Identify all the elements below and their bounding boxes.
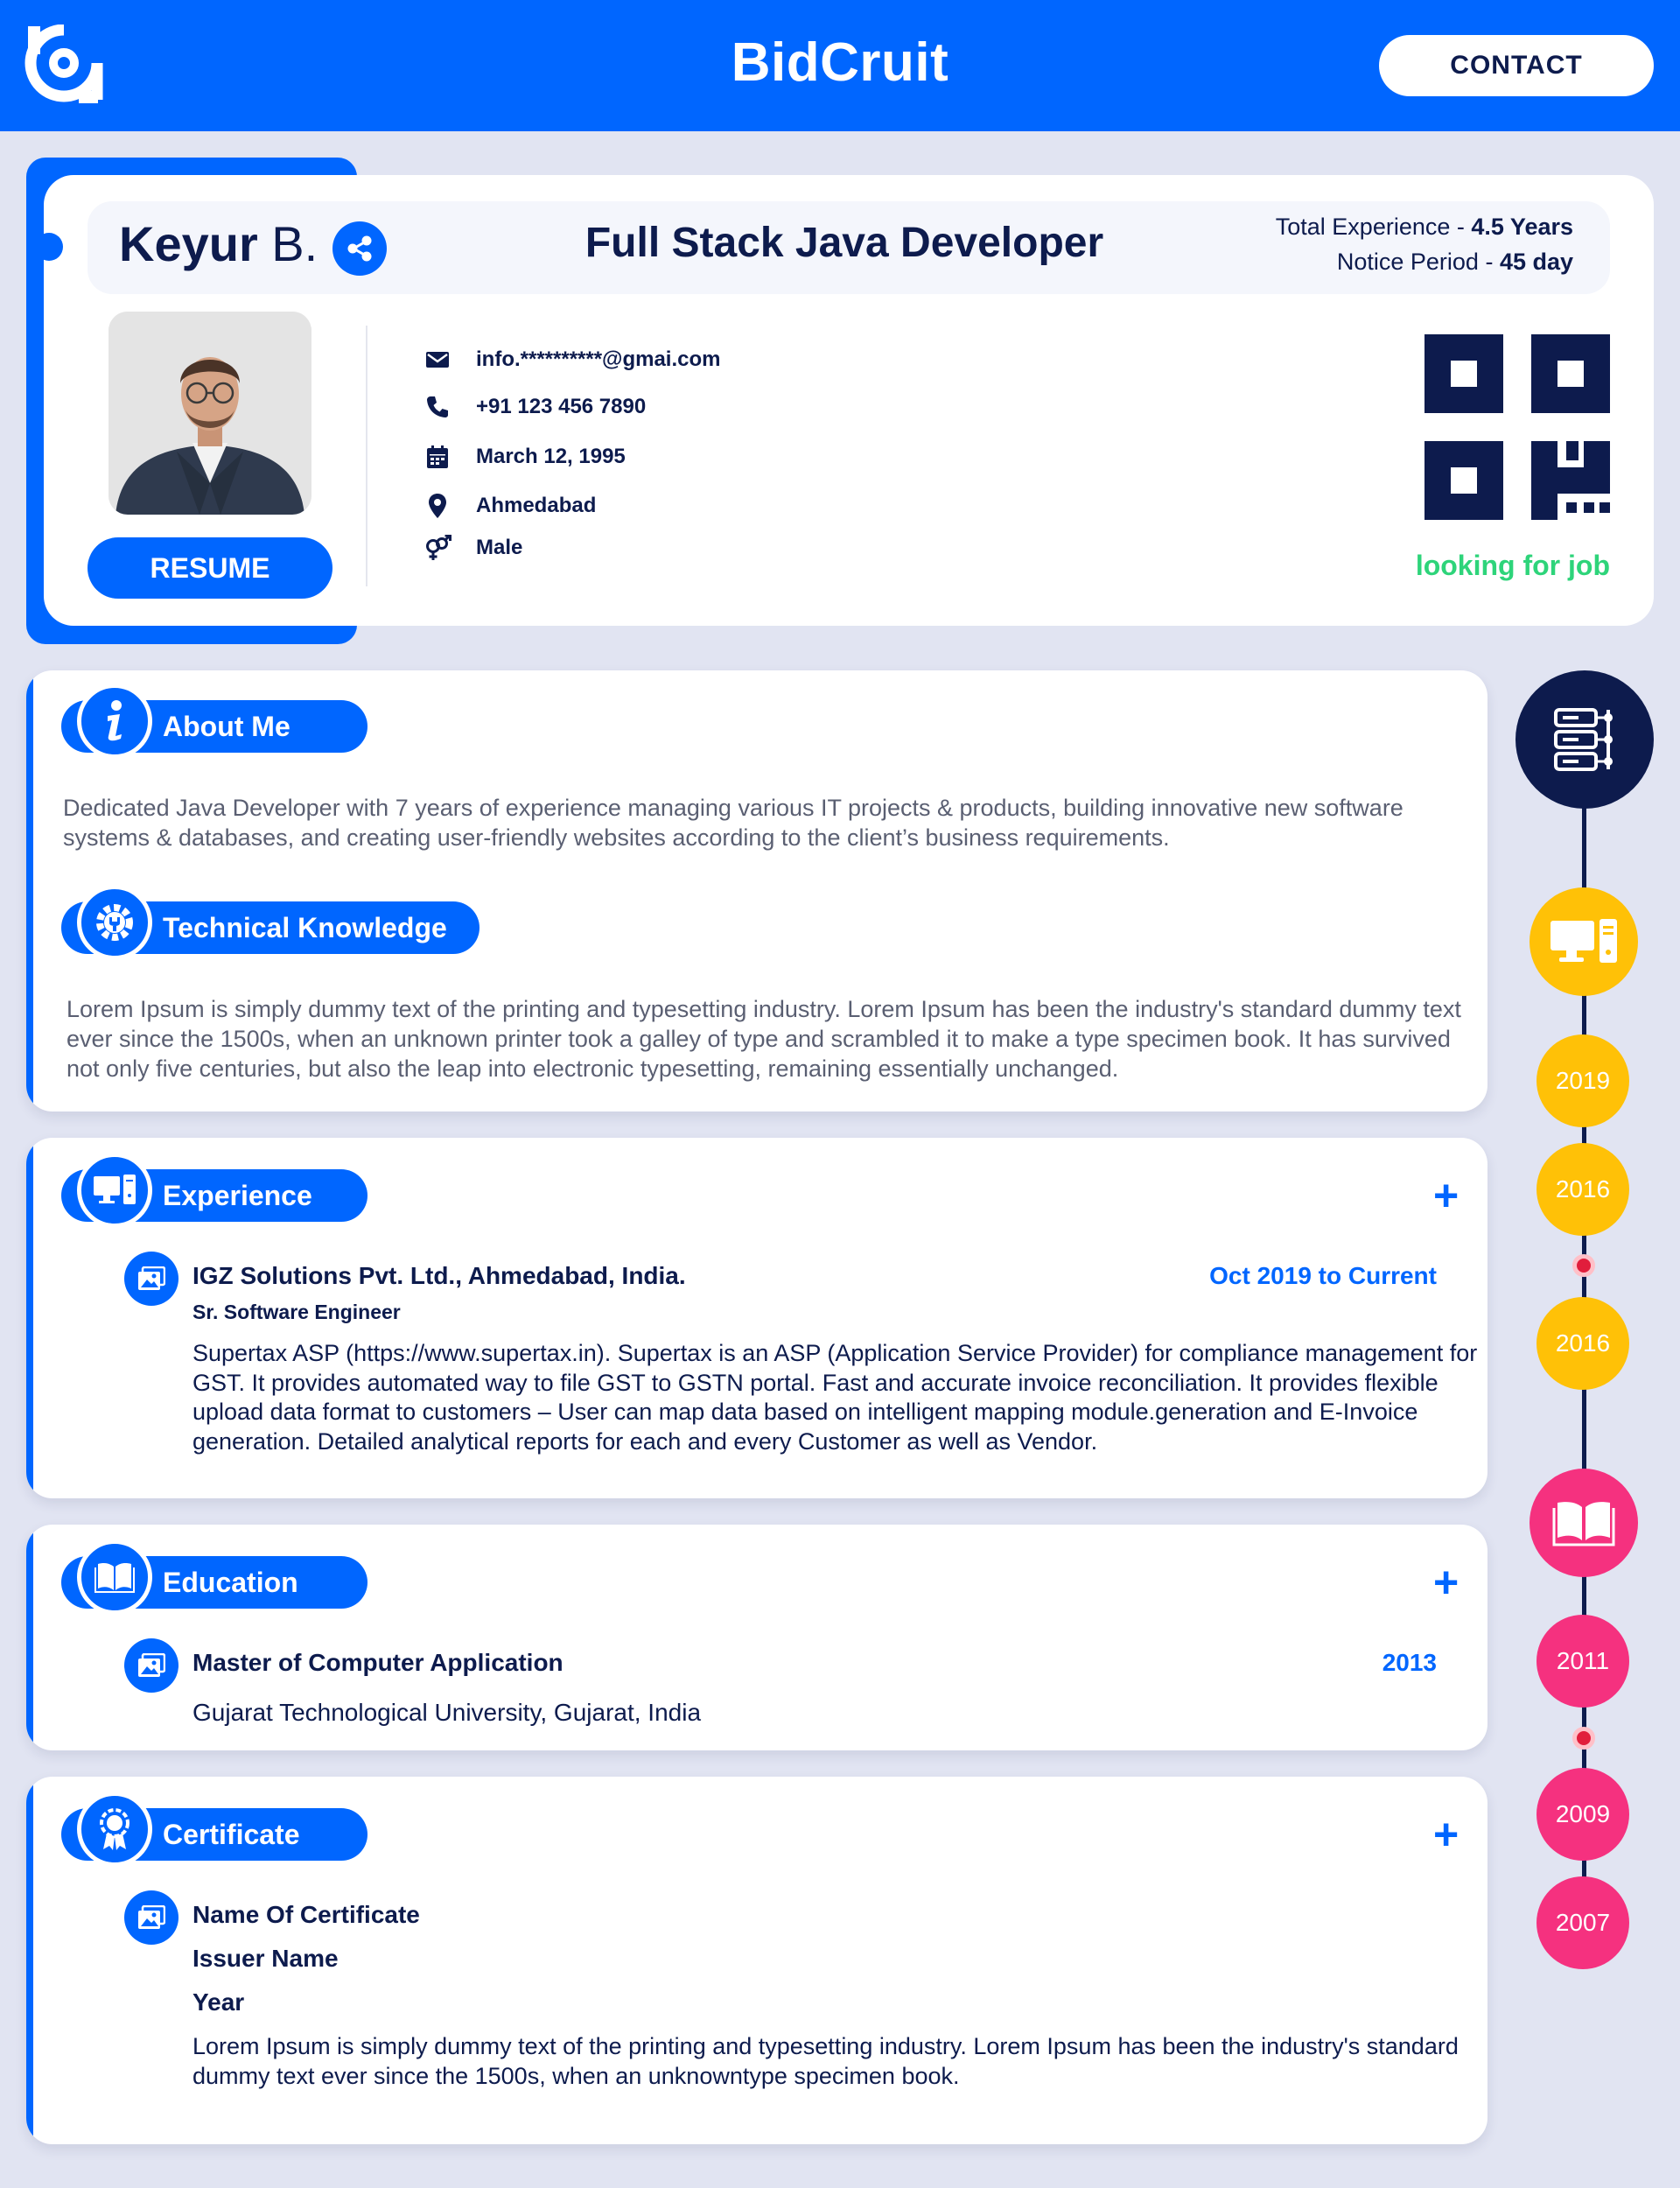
- email-icon: [424, 346, 452, 374]
- company-image-icon: [124, 1252, 178, 1306]
- phone-text[interactable]: +91 123 456 7890: [476, 395, 646, 419]
- gear-icon: [77, 885, 152, 960]
- timeline-year-2[interactable]: 2016: [1536, 1143, 1629, 1236]
- timeline-server-icon: [1516, 670, 1654, 809]
- award-icon: [77, 1792, 152, 1867]
- email-row: info.**********@gmai.com: [424, 344, 720, 375]
- school-name: Gujarat Technological University, Gujara…: [192, 1699, 702, 1726]
- timeline-year-3[interactable]: 2016: [1536, 1297, 1629, 1390]
- certificate-description: Lorem Ipsum is simply dummy text of the …: [192, 2033, 1459, 2089]
- job-status: looking for job: [1415, 550, 1610, 581]
- company-name: IGZ Solutions Pvt. Ltd., Ahmedabad, Indi…: [192, 1262, 686, 1289]
- experience-label: Total Experience -: [1275, 214, 1472, 240]
- about-card: About Me Dedicated Java Developer with 7…: [26, 670, 1488, 1112]
- timeline-marker-dot-2: [1572, 1727, 1595, 1750]
- add-certificate-button[interactable]: +: [1433, 1813, 1459, 1856]
- experience-period: Oct 2019 to Current: [1209, 1262, 1437, 1289]
- degree-image-icon: [124, 1638, 178, 1693]
- info-icon: [77, 684, 152, 759]
- resume-button[interactable]: RESUME: [88, 537, 332, 599]
- degree-name: Master of Computer Application: [192, 1649, 564, 1676]
- certificate-name: Name Of Certificate: [192, 1901, 420, 1928]
- about-text: Dedicated Java Developer with 7 years of…: [63, 795, 1404, 851]
- contact-button[interactable]: CONTACT: [1379, 35, 1654, 96]
- education-card: Education + Master of Computer Applicati…: [26, 1525, 1488, 1750]
- phone-icon: [424, 393, 452, 421]
- dob-text: March 12, 1995: [476, 445, 626, 468]
- location-row: Ahmedabad: [424, 490, 596, 522]
- about-heading: About Me: [163, 710, 290, 742]
- experience-value: 4.5 Years: [1471, 214, 1573, 240]
- certificate-issuer: Issuer Name: [192, 1945, 339, 1972]
- profile-divider: [366, 326, 368, 586]
- email-text[interactable]: info.**********@gmai.com: [476, 347, 720, 372]
- profile-accent-dot: [35, 233, 63, 261]
- add-experience-button[interactable]: +: [1433, 1174, 1459, 1217]
- certificate-year: Year: [192, 1988, 245, 2016]
- education-heading: Education: [163, 1566, 298, 1598]
- dob-row: March 12, 1995: [424, 441, 626, 473]
- share-button[interactable]: [332, 221, 387, 276]
- total-experience: Total Experience - 4.5 Years: [1276, 214, 1573, 241]
- technical-heading: Technical Knowledge: [163, 911, 447, 943]
- gender-row: Male: [424, 532, 522, 564]
- share-icon: [347, 235, 372, 262]
- location-pin-icon: [424, 492, 452, 520]
- last-initial: B.: [257, 216, 318, 271]
- phone-row: +91 123 456 7890: [424, 391, 646, 423]
- avatar: [108, 312, 312, 515]
- experience-card: Experience + IGZ Solutions Pvt. Ltd., Ah…: [26, 1138, 1488, 1498]
- certificate-card: Certificate + Name Of Certificate Issuer…: [26, 1777, 1488, 2144]
- timeline-year-4[interactable]: 2011: [1536, 1615, 1629, 1708]
- education-year: 2013: [1382, 1649, 1437, 1676]
- add-education-button[interactable]: +: [1433, 1560, 1459, 1604]
- timeline-marker-dot: [1572, 1254, 1595, 1277]
- qr-code-icon[interactable]: [1424, 334, 1610, 520]
- candidate-name: Keyur B.: [119, 215, 318, 272]
- timeline-year-5[interactable]: 2009: [1536, 1768, 1629, 1861]
- technical-text: Lorem Ipsum is simply dummy text of the …: [66, 996, 1461, 1082]
- notice-value: 45 day: [1499, 249, 1573, 275]
- top-bar: BidCruit CONTACT: [0, 0, 1680, 131]
- certificate-image-icon: [124, 1890, 178, 1945]
- notice-period: Notice Period - 45 day: [1337, 249, 1573, 276]
- monitor-icon: [77, 1153, 152, 1228]
- experience-heading: Experience: [163, 1179, 312, 1211]
- gender-text: Male: [476, 536, 523, 559]
- certificate-heading: Certificate: [163, 1818, 300, 1850]
- gender-icon: [424, 534, 452, 562]
- first-name: Keyur: [119, 216, 258, 271]
- city-text: Ahmedabad: [476, 494, 597, 517]
- job-title: Full Stack Java Developer: [584, 220, 1104, 266]
- timeline-year-1[interactable]: 2019: [1536, 1034, 1629, 1127]
- timeline-experience-icon: [1530, 887, 1638, 996]
- timeline-year-6[interactable]: 2007: [1536, 1876, 1629, 1969]
- position-title: Sr. Software Engineer: [192, 1301, 401, 1323]
- timeline-education-icon: [1530, 1469, 1638, 1577]
- calendar-icon: [424, 443, 452, 471]
- experience-description: Supertax ASP (https://www.supertax.in). …: [192, 1340, 1478, 1455]
- notice-label: Notice Period -: [1336, 249, 1500, 275]
- book-icon: [77, 1539, 152, 1615]
